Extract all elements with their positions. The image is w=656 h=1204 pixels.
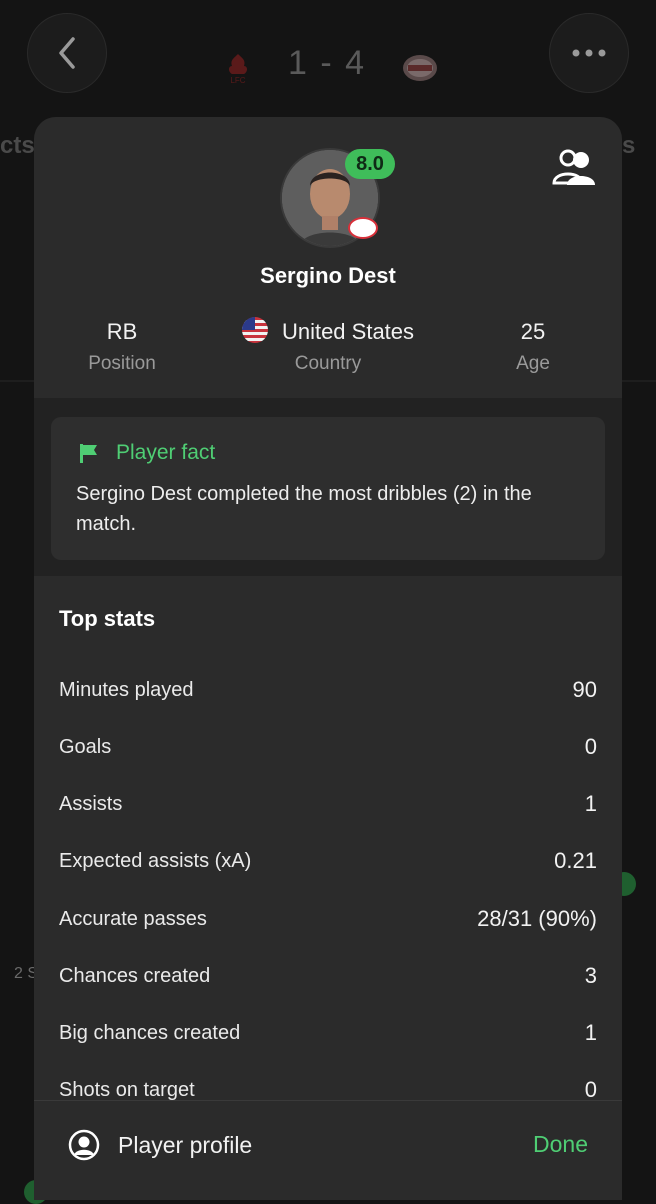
stat-label: Chances created: [59, 964, 211, 987]
age-value: 25: [520, 319, 546, 344]
stat-value: 90: [572, 677, 597, 702]
stat-label: Expected assists (xA): [59, 849, 252, 872]
person-circle-icon: [68, 1129, 100, 1161]
done-button[interactable]: Done: [533, 1131, 588, 1158]
player-sheet: 8.0 Sergino Dest RB Position United Stat…: [34, 117, 622, 1200]
player-rating-badge: 8.0: [345, 149, 395, 179]
background-tab-text-right: s: [622, 132, 636, 159]
country-info: United States Country: [208, 317, 448, 375]
stat-label: Goals: [59, 735, 112, 758]
svg-text:LFC: LFC: [230, 76, 245, 85]
back-button[interactable]: [27, 13, 107, 93]
stat-row: Assists 1: [59, 784, 597, 824]
psv-badge-icon: [348, 217, 378, 239]
stat-row: Chances created 3: [59, 956, 597, 996]
stat-label: Minutes played: [59, 678, 194, 701]
stat-label: Accurate passes: [59, 907, 207, 930]
more-dots-icon: [572, 49, 606, 57]
country-name: United States: [281, 319, 415, 344]
player-fact-card: Player fact Sergino Dest completed the m…: [51, 417, 605, 560]
stat-row: Big chances created 1: [59, 1013, 597, 1053]
stat-value: 3: [584, 963, 597, 988]
player-fact-title-text: Player fact: [116, 441, 216, 464]
player-name: Sergino Dest: [260, 263, 396, 288]
sheet-footer: Player profile Done: [34, 1100, 622, 1200]
us-flag-icon: [241, 317, 268, 343]
age-info: 25 Age: [470, 317, 596, 375]
stat-label: Big chances created: [59, 1021, 241, 1044]
position-label: Position: [88, 353, 156, 374]
stat-value: 0: [584, 1077, 597, 1100]
stat-row: Accurate passes 28/31 (90%): [59, 899, 597, 939]
more-options-button[interactable]: [549, 13, 629, 93]
stat-label: Shots on target: [59, 1078, 195, 1101]
age-label: Age: [516, 353, 550, 374]
stat-row: Minutes played 90: [59, 670, 597, 710]
stat-value: 28/31 (90%): [477, 906, 597, 931]
background-tab-text-left: cts: [0, 132, 35, 159]
psv-logo-icon: [403, 55, 437, 81]
top-stats-section: Top stats Minutes played 90 Goals 0 Assi…: [34, 576, 622, 1100]
stat-row: Expected assists (xA) 0.21: [59, 841, 597, 881]
stat-value: 0.21: [554, 848, 597, 873]
player-profile-button[interactable]: Player profile: [68, 1129, 252, 1161]
player-fact-text: Sergino Dest completed the most dribbles…: [76, 483, 532, 535]
country-label: Country: [294, 353, 362, 374]
stat-value: 1: [584, 791, 597, 816]
position-info: RB Position: [59, 317, 185, 375]
flag-icon: [80, 444, 97, 463]
stat-row: Shots on target 0: [59, 1070, 597, 1100]
player-profile-label: Player profile: [118, 1131, 253, 1158]
stat-row: Goals 0: [59, 727, 597, 767]
top-stats-title: Top stats: [59, 606, 156, 631]
stat-value: 1: [584, 1020, 597, 1045]
player-fact-title: Player fact: [78, 441, 215, 465]
stat-value: 0: [584, 734, 597, 759]
position-value: RB: [106, 319, 138, 344]
stat-label: Assists: [59, 792, 123, 815]
liverpool-logo-icon: LFC: [229, 54, 247, 85]
player-fact-section: Player fact Sergino Dest completed the m…: [34, 398, 622, 576]
player-header: 8.0 Sergino Dest RB Position United Stat…: [34, 117, 622, 398]
country-value: United States: [208, 317, 448, 347]
player-compare-icon[interactable]: [550, 147, 598, 187]
match-score: 1 - 4: [288, 44, 367, 82]
chevron-left-icon: [59, 37, 75, 69]
